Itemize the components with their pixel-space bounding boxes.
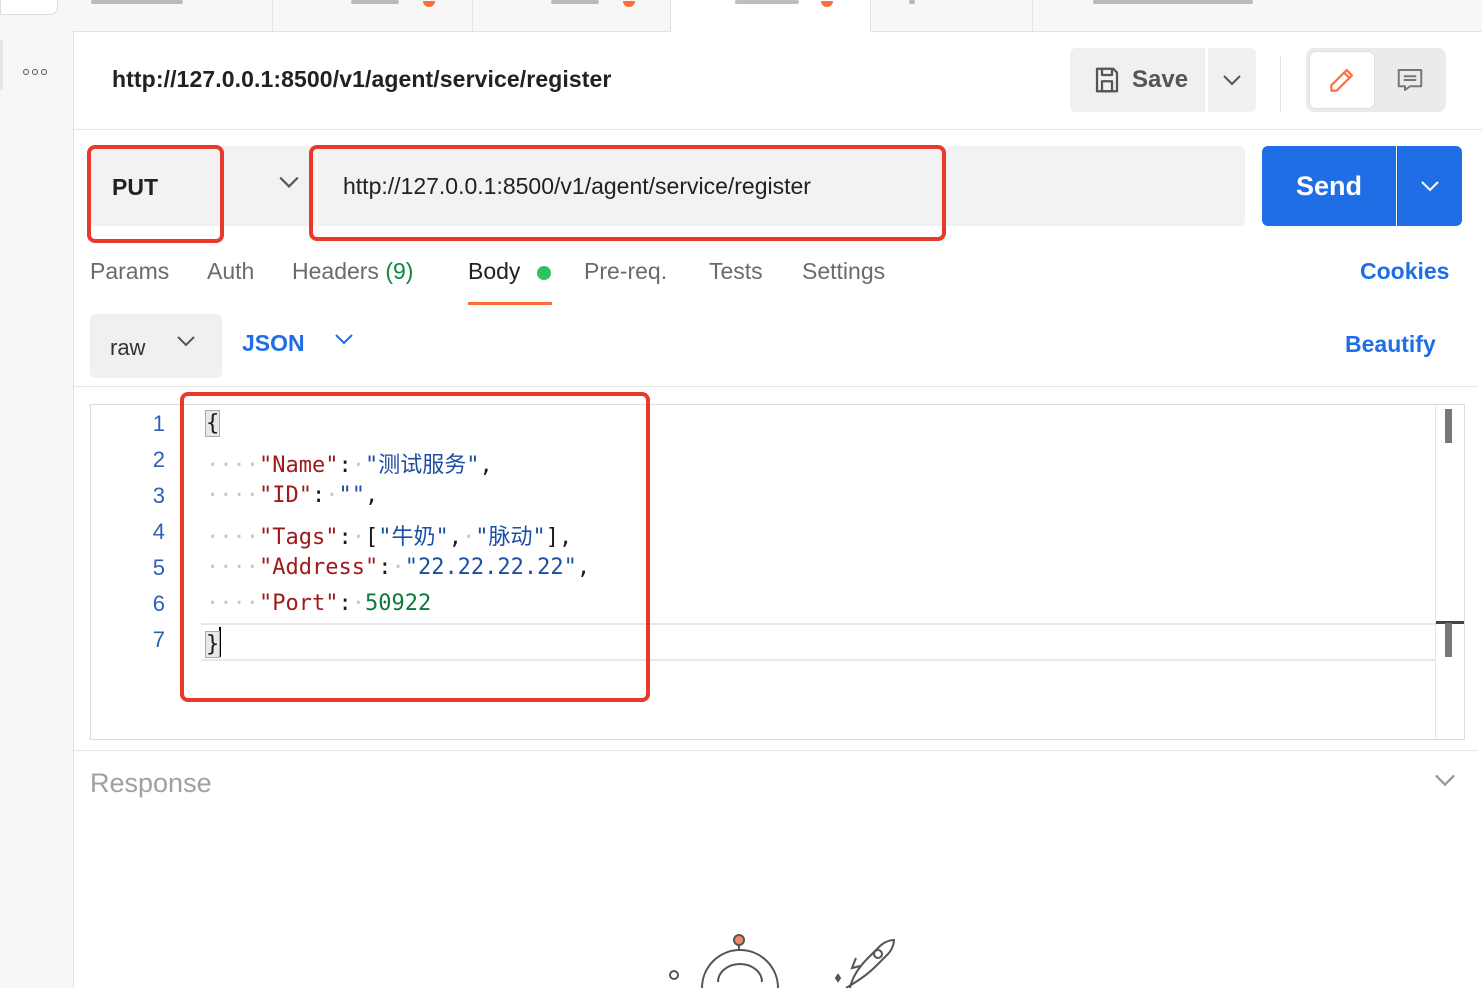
body-mode-label: raw [110, 335, 146, 360]
more-options-icon[interactable] [19, 60, 51, 84]
code-line: } [204, 627, 222, 658]
json-string: "22.22.22.22" [404, 555, 577, 580]
line-number: 1 [152, 411, 165, 436]
tab-request-2[interactable] [273, 0, 473, 31]
tab-request-3[interactable] [473, 0, 671, 31]
pencil-icon [1330, 68, 1354, 92]
code-line: ····"ID":·"", [206, 483, 379, 508]
tab-settings[interactable]: Settings [802, 258, 885, 285]
code-line: ····"Port":·50922 [206, 591, 432, 616]
save-button-label: Save [1132, 66, 1189, 93]
text-caret [219, 627, 222, 657]
tab-pre-request[interactable]: Pre-req. [584, 258, 667, 285]
url-input[interactable] [343, 170, 1223, 202]
save-options-button[interactable] [1208, 48, 1256, 112]
tab-headers-label: Headers [292, 258, 379, 284]
tab-headers[interactable]: Headers (9) [292, 258, 413, 285]
json-key: "Name" [258, 453, 339, 478]
scroll-thumb[interactable] [1445, 409, 1452, 443]
send-button[interactable]: Send [1262, 146, 1396, 226]
tab-request-5[interactable] [871, 0, 1033, 31]
body-code-editor[interactable]: 1 2 3 4 5 6 7 { ····"Name":·"测试服务", ····… [90, 404, 1465, 740]
request-tab-strip [73, 0, 1482, 32]
astronaut-rocket-illustration-icon [669, 934, 896, 988]
url-field[interactable] [318, 146, 1245, 226]
tab-overview[interactable] [73, 0, 273, 31]
close-brace: } [204, 631, 221, 658]
line-number: 6 [152, 591, 165, 616]
code-line: ····"Name":·"测试服务", [206, 453, 493, 478]
body-mode-select[interactable]: raw [90, 314, 222, 378]
chevron-down-icon[interactable] [1433, 772, 1457, 788]
body-language-select[interactable]: JSON [242, 330, 353, 357]
comments-button[interactable] [1378, 52, 1442, 108]
code-line: { [204, 410, 221, 437]
response-title: Response [90, 768, 212, 798]
toolbar-divider [74, 386, 1478, 387]
tab-tests[interactable]: Tests [709, 258, 763, 285]
code-line: ····"Address":·"22.22.22.22", [206, 555, 591, 580]
json-key: "Tags" [258, 525, 339, 550]
scroll-thumb[interactable] [1445, 623, 1452, 657]
line-number: 5 [152, 555, 165, 580]
json-string: "牛奶" [378, 525, 449, 550]
response-divider [74, 750, 1478, 751]
active-tab-indicator [468, 302, 552, 305]
beautify-button[interactable]: Beautify [1345, 331, 1436, 358]
request-header: http://127.0.0.1:8500/v1/agent/service/r… [74, 32, 1482, 130]
edit-mode-button[interactable] [1310, 52, 1374, 108]
line-number: 2 [152, 447, 165, 472]
editor-scrollbar[interactable] [1435, 405, 1464, 739]
save-button[interactable]: Save [1070, 48, 1205, 112]
left-sidebar [0, 0, 74, 988]
current-line-highlight [201, 623, 1436, 661]
send-options-button[interactable] [1397, 146, 1462, 226]
request-title[interactable]: http://127.0.0.1:8500/v1/agent/service/r… [112, 66, 611, 93]
json-string: "" [338, 483, 365, 508]
tab-request-6[interactable] [1033, 0, 1333, 31]
unsaved-dot-icon [423, 1, 435, 7]
line-number: 4 [152, 519, 165, 544]
comment-icon [1397, 69, 1423, 91]
line-number: 3 [152, 483, 165, 508]
line-number: 7 [152, 627, 165, 652]
tab-params[interactable]: Params [90, 258, 169, 285]
headers-count-badge: (9) [385, 258, 414, 284]
line-number-gutter: 1 2 3 4 5 6 7 [91, 405, 201, 739]
chevron-down-icon [335, 334, 353, 345]
chevron-down-icon [1223, 75, 1241, 86]
method-select[interactable]: PUT [90, 146, 316, 226]
open-brace: { [204, 410, 221, 437]
method-label: PUT [112, 174, 158, 200]
json-key: "Address" [258, 555, 379, 580]
tab-request-active[interactable] [671, 0, 871, 32]
code-line: ····"Tags":·["牛奶",·"脉动"], [206, 525, 573, 550]
json-string: "脉动" [475, 525, 546, 550]
json-key: "Port" [258, 591, 339, 616]
cookies-link[interactable]: Cookies [1360, 258, 1449, 285]
save-icon [1095, 67, 1119, 93]
body-language-label: JSON [242, 330, 305, 356]
body-status-dot-icon [537, 266, 551, 280]
tab-auth[interactable]: Auth [207, 258, 254, 285]
json-string: "测试服务" [364, 453, 480, 478]
chevron-down-icon [1420, 181, 1439, 192]
json-key: "ID" [258, 483, 312, 508]
sidebar-edge-marker [0, 40, 3, 90]
unsaved-dot-icon [821, 1, 833, 7]
tab-body[interactable]: Body [468, 258, 520, 285]
header-divider [1280, 56, 1281, 112]
view-mode-toggle [1306, 48, 1446, 112]
unsaved-dot-icon [623, 1, 635, 7]
chevron-down-icon [279, 176, 299, 188]
sidebar-tab-stub[interactable] [0, 0, 58, 15]
json-number: 50922 [364, 591, 432, 616]
chevron-down-icon [177, 336, 195, 347]
